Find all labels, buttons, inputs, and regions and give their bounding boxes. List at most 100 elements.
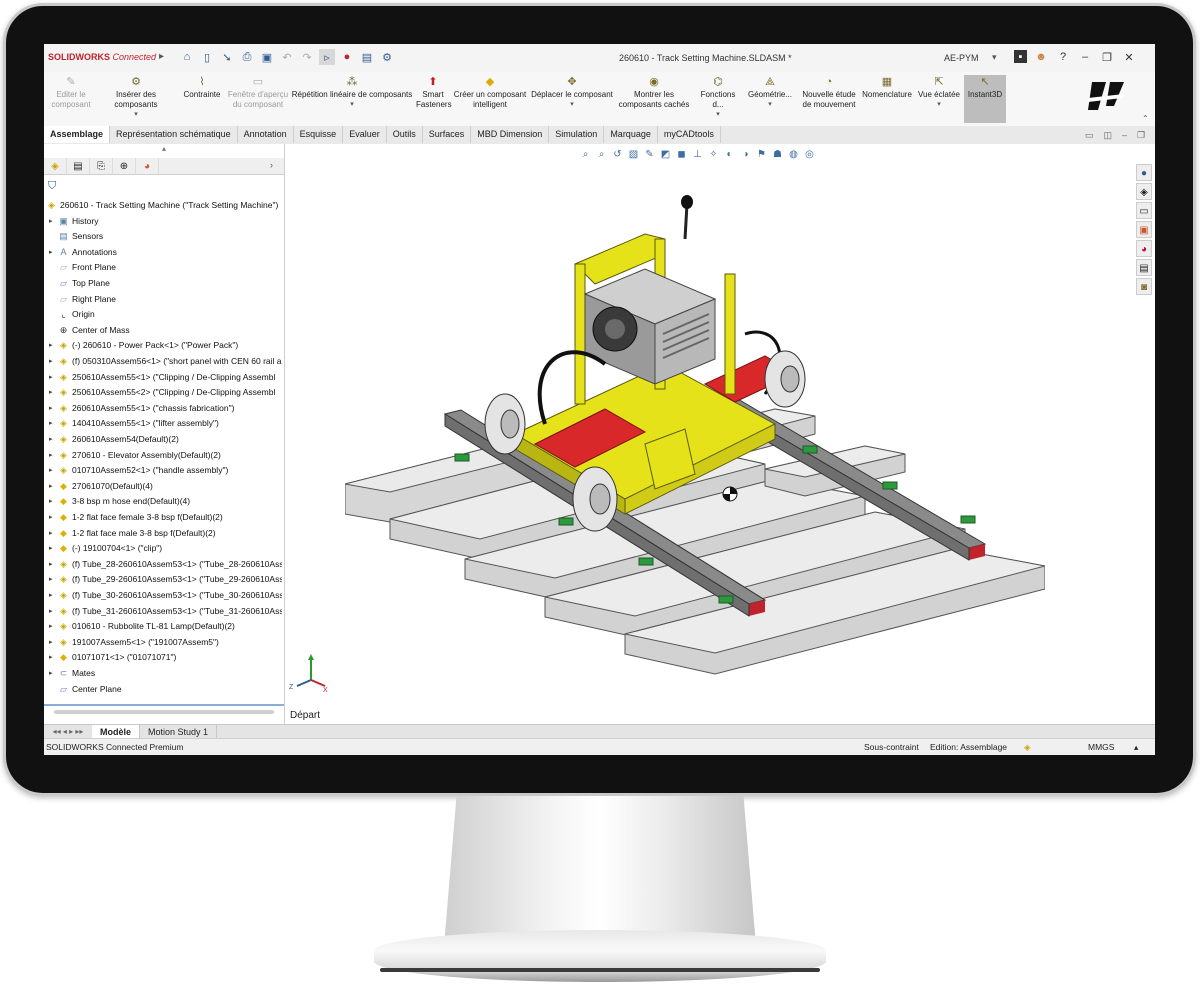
options-gear-icon[interactable]: ⚙ bbox=[379, 49, 395, 65]
close-icon[interactable]: ✕ bbox=[1121, 49, 1137, 65]
restore-icon[interactable]: ❐ bbox=[1099, 49, 1115, 65]
tab-marquage[interactable]: Marquage bbox=[604, 126, 658, 143]
tree-item[interactable]: ▸ ◈ (f) 050310Assem56<1> ("short panel wit… bbox=[44, 354, 282, 369]
file-properties-icon[interactable]: ▤ bbox=[359, 49, 375, 65]
assembly-3d-model[interactable] bbox=[345, 184, 1045, 684]
tree-item[interactable]: ◈ 260610 - Track Setting Machine ("Track … bbox=[44, 198, 282, 213]
configuration-manager-tab-icon[interactable]: ⎘ bbox=[90, 158, 113, 174]
previous-view-icon[interactable]: ↺ bbox=[611, 148, 624, 161]
tile-icon[interactable]: ▭ bbox=[1085, 130, 1094, 141]
toolbox-icon[interactable]: ◙ bbox=[1136, 278, 1152, 295]
tree-item[interactable]: ▸ ◈ 250610Assem55<2> ("Clipping / De-Clipp… bbox=[44, 385, 282, 400]
tree-item[interactable]: ▸ ◆ (-) 19100704<1> ("clip") bbox=[44, 541, 282, 556]
expand-arrow-icon[interactable]: ▸ bbox=[49, 463, 53, 478]
undo-icon[interactable]: ↶ bbox=[279, 49, 295, 65]
expand-arrow-icon[interactable]: ▸ bbox=[49, 245, 53, 260]
tree-item[interactable]: ▸ ◈ (f) Tube_29-260610Assem53<1> ("Tube_29… bbox=[44, 572, 282, 587]
new-document-icon[interactable]: ▯ bbox=[199, 49, 215, 65]
account-icon[interactable]: ▪ bbox=[1014, 50, 1027, 63]
chevron-down-icon[interactable]: ▾ bbox=[916, 100, 962, 110]
display-pane-icon[interactable]: ⚑ bbox=[755, 148, 768, 161]
chevron-down-icon[interactable]: ▾ bbox=[992, 52, 997, 63]
assembly-features-button[interactable]: ⌬ Fonctions d... ▾ bbox=[694, 75, 742, 120]
tree-item[interactable]: ▸ ◆ 01071071<1> ("01071071") bbox=[44, 650, 282, 665]
tree-item[interactable]: ▸ ◈ 191007Assem5<1> ("191007Assem5") bbox=[44, 635, 282, 650]
expand-arrow-icon[interactable]: ▸ bbox=[49, 354, 53, 369]
tree-item[interactable]: ▸ ◆ 1-2 flat face female 3-8 bsp f(Default… bbox=[44, 510, 282, 525]
show-hidden-components-button[interactable]: ◉ Montrer les composants cachés bbox=[616, 75, 692, 110]
design-library-icon[interactable]: ◈ bbox=[1136, 183, 1152, 200]
tab-mycadtools[interactable]: myCADtools bbox=[658, 126, 721, 143]
tree-item[interactable]: ▸ ◈ 250610Assem55<1> ("Clipping / De-Clipp… bbox=[44, 370, 282, 385]
expand-arrow-icon[interactable]: ▸ bbox=[49, 541, 53, 556]
expand-arrow-icon[interactable]: ▸ bbox=[49, 588, 53, 603]
view-palette-icon[interactable]: ▣ bbox=[1136, 221, 1152, 238]
tab-navigation-arrows[interactable]: ◂◂ ◂ ▸ ▸▸ bbox=[44, 725, 92, 739]
tree-item[interactable]: ▸ A Annotations bbox=[44, 245, 282, 260]
tree-item[interactable]: ▤ Sensors bbox=[44, 229, 282, 244]
expand-arrow-icon[interactable]: ▸ bbox=[49, 448, 53, 463]
dimxpert-tab-icon[interactable]: ⊕ bbox=[113, 158, 136, 174]
expand-arrow-icon[interactable]: ▸ bbox=[49, 370, 53, 385]
mate-button[interactable]: ⌇ Contrainte bbox=[180, 75, 224, 100]
display-style-icon[interactable]: ◼ bbox=[675, 148, 688, 161]
expand-arrow-icon[interactable]: ▸ bbox=[49, 604, 53, 619]
save-icon[interactable]: ▣ bbox=[259, 49, 275, 65]
custom-properties-icon[interactable]: ▤ bbox=[1136, 259, 1152, 276]
reference-geometry-button[interactable]: ⟁ Géométrie... ▾ bbox=[744, 75, 796, 110]
tab-simulation[interactable]: Simulation bbox=[549, 126, 605, 143]
chevron-down-icon[interactable]: ▾ bbox=[94, 110, 178, 120]
tab-evaluer[interactable]: Evaluer bbox=[343, 126, 387, 143]
tree-item[interactable]: ▸ ◆ 3-8 bsp m hose end(Default)(4) bbox=[44, 494, 282, 509]
expand-arrow-icon[interactable]: ▸ bbox=[49, 666, 53, 681]
component-preview-button[interactable]: ▭ Fenêtre d'aperçu du composant bbox=[226, 75, 290, 110]
tree-item[interactable]: ▸ ◆ 27061070(Default)(4) bbox=[44, 479, 282, 494]
tree-item[interactable]: ▸ ◈ 270610 - Elevator Assembly(Default)(2) bbox=[44, 448, 282, 463]
tree-item[interactable]: ▱ Center Plane bbox=[44, 682, 282, 697]
expand-arrow-icon[interactable]: ▸ bbox=[49, 526, 53, 541]
display-manager-tab-icon[interactable]: ◕ bbox=[136, 158, 159, 174]
smart-fasteners-button[interactable]: ⬆ Smart Fasteners bbox=[416, 75, 452, 110]
home-icon[interactable]: ⌂ bbox=[179, 49, 195, 65]
filter-icon[interactable]: ⛉ bbox=[48, 180, 56, 193]
tree-item[interactable]: ▸ ◈ (-) 260610 - Power Pack<1> ("Power Pac… bbox=[44, 338, 282, 353]
expand-arrow-icon[interactable]: ▸ bbox=[49, 572, 53, 587]
expand-arrow-icon[interactable]: ▸ bbox=[49, 510, 53, 525]
expand-arrow-icon[interactable]: ▸ bbox=[49, 401, 53, 416]
tree-item[interactable]: ▸ ◈ 010610 - Rubbolite TL-81 Lamp(Default)… bbox=[44, 619, 282, 634]
tree-item[interactable]: ▱ Front Plane bbox=[44, 260, 282, 275]
solidworks-resources-icon[interactable]: ● bbox=[1136, 164, 1152, 181]
ambient-occlusion-icon[interactable]: ◎ bbox=[803, 148, 816, 161]
feature-tree-tab-icon[interactable]: ◈ bbox=[44, 158, 67, 174]
chevron-down-icon[interactable]: ▾ bbox=[744, 100, 796, 110]
print-icon[interactable]: ⎙ bbox=[239, 49, 255, 65]
bill-of-materials-button[interactable]: ▦ Nomenclature bbox=[860, 75, 914, 100]
expand-arrow-icon[interactable]: ▸ bbox=[49, 650, 53, 665]
realview-icon[interactable]: ☗ bbox=[771, 148, 784, 161]
tab-mbd-dimension[interactable]: MBD Dimension bbox=[471, 126, 550, 143]
zoom-to-area-icon[interactable]: ⌕ bbox=[595, 148, 608, 161]
dynamic-annotation-icon[interactable]: ✎ bbox=[643, 148, 656, 161]
traffic-light-icon[interactable]: ● bbox=[339, 49, 355, 65]
apply-scene-icon[interactable]: ◐ bbox=[723, 148, 736, 161]
tree-item[interactable]: ▱ Right Plane bbox=[44, 292, 282, 307]
tree-item[interactable]: ▱ Top Plane bbox=[44, 276, 282, 291]
chevron-down-icon[interactable]: ▾ bbox=[290, 100, 414, 110]
tree-item[interactable]: ▸ ◈ (f) Tube_31-260610Assem53<1> ("Tube_31… bbox=[44, 604, 282, 619]
tree-item[interactable]: ▸ ◈ (f) Tube_28-260610Assem53<1> ("Tube_28… bbox=[44, 557, 282, 572]
tab-motion-study-1[interactable]: Motion Study 1 bbox=[140, 725, 218, 739]
tab-representation-schematique[interactable]: Représentation schématique bbox=[110, 126, 238, 143]
instant3d-button[interactable]: ↖ Instant3D bbox=[964, 75, 1006, 123]
avatar-icon[interactable]: ☻ bbox=[1033, 49, 1049, 65]
tree-item[interactable]: ⊕ Center of Mass bbox=[44, 323, 282, 338]
tab-annotation[interactable]: Annotation bbox=[238, 126, 294, 143]
move-component-button[interactable]: ✥ Déplacer le composant ▾ bbox=[530, 75, 614, 110]
split-icon[interactable]: ◫ bbox=[1104, 130, 1113, 141]
shadows-icon[interactable]: ◍ bbox=[787, 148, 800, 161]
tab-surfaces[interactable]: Surfaces bbox=[423, 126, 472, 143]
rebuild-icon[interactable]: ◈ bbox=[1024, 739, 1031, 755]
edit-appearance-icon[interactable]: ✧ bbox=[707, 148, 720, 161]
property-manager-tab-icon[interactable]: ▤ bbox=[67, 158, 90, 174]
restore-icon[interactable]: ❐ bbox=[1137, 130, 1145, 141]
menu-arrow-icon[interactable]: ▸ bbox=[159, 51, 164, 62]
